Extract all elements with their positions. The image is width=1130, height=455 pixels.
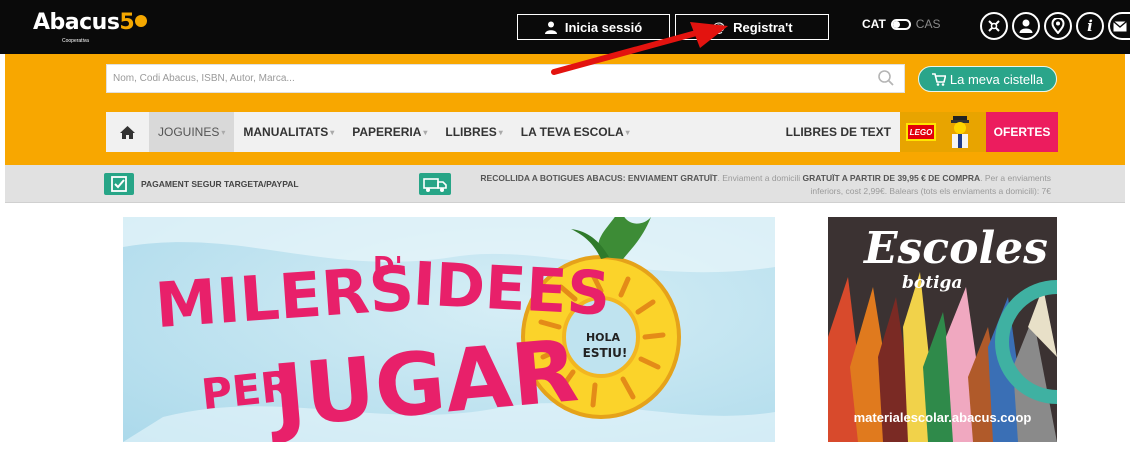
banner-headline-de: D'	[373, 252, 403, 282]
nav-item-joguines[interactable]: JOGUINES ▾	[149, 112, 235, 152]
shipping-cost-text: inferiors, cost 2,99€. Balears (tots els…	[810, 186, 1051, 196]
nav-item-llibres-de-text[interactable]: LLIBRES DE TEXT	[777, 112, 900, 152]
site-logo[interactable]: Abacus5	[33, 10, 148, 35]
free-from-text: GRATUÏT A PARTIR DE 39,95 € DE COMPRA	[802, 173, 981, 183]
offers-nav-item[interactable]: OFERTES	[986, 112, 1058, 152]
chevron-down-icon: ▾	[221, 127, 226, 137]
red-arrow-annotation	[551, 22, 728, 75]
truck-icon	[419, 173, 451, 195]
promo-banner-joguines[interactable]: HOLA ESTIU! MILERS D' IDEES PER JUGAR	[123, 217, 775, 442]
chevron-down-icon: ▾	[625, 127, 630, 137]
cart-icon	[931, 72, 946, 86]
search-box[interactable]	[106, 64, 905, 93]
lego-nav-item[interactable]: LEGO	[900, 112, 986, 152]
cart-button[interactable]: La meva cistella	[918, 66, 1057, 92]
school-banner-title: Escoles	[864, 223, 1048, 274]
nav-label: JOGUINES	[158, 125, 220, 139]
lang-cat[interactable]: CAT	[862, 17, 886, 31]
school-shop-banner[interactable]: Escoles botiga materialescolar.abacus.co…	[828, 217, 1057, 442]
nav-label: PAPERERIA	[352, 125, 422, 139]
chevron-down-icon: ▾	[498, 127, 503, 137]
main-nav: JOGUINES ▾ MANUALITATS ▾ PAPERERIA ▾ LLIBRE…	[106, 112, 1058, 152]
float-text-hola: HOLA	[586, 331, 621, 344]
banner-headline-idees: IDEES	[411, 249, 612, 329]
nav-label: MANUALITATS	[243, 125, 329, 139]
lego-minifigure-icon	[951, 116, 969, 148]
search-input[interactable]	[107, 65, 867, 92]
logo-text: Abacus	[33, 10, 120, 35]
home-intro-text: . Enviament a domicili	[717, 173, 801, 183]
rest-text: . Per a enviaments	[980, 173, 1051, 183]
register-label: Registra't	[733, 19, 793, 35]
pickup-text: RECOLLIDA A BOTIGUES ABACUS: ENVIAMENT G…	[480, 173, 718, 183]
logo-dot-icon	[135, 15, 148, 27]
float-text-estiu: ESTIU!	[583, 346, 628, 360]
nav-item-papereria[interactable]: PAPERERIA ▾	[343, 112, 436, 152]
cart-label: La meva cistella	[949, 71, 1044, 87]
nav-item-llibres[interactable]: LLIBRES ▾	[436, 112, 511, 152]
lego-logo: LEGO	[906, 123, 936, 141]
logo-subtitle: Cooperativa	[62, 38, 89, 44]
nav-item-la-teva-escola[interactable]: LA TEVA ESCOLA ▾	[512, 112, 639, 152]
lang-cas[interactable]: CAS	[916, 17, 941, 31]
chevron-down-icon: ▾	[423, 127, 428, 137]
home-icon	[120, 125, 135, 139]
nav-item-manualitats[interactable]: MANUALITATS ▾	[234, 112, 343, 152]
logo-number: 5	[119, 10, 135, 35]
mail-icon[interactable]	[1108, 12, 1130, 40]
banner-artwork: HOLA ESTIU! MILERS D' IDEES PER JUGAR	[123, 217, 775, 442]
school-banner-subtitle: botiga	[902, 273, 963, 293]
nav-label: LLIBRES	[445, 125, 497, 139]
nav-label: LLIBRES DE TEXT	[785, 125, 891, 139]
chevron-down-icon: ▾	[330, 127, 335, 137]
school-banner-url: materialescolar.abacus.coop	[853, 410, 1032, 425]
shop-icon[interactable]	[980, 12, 1008, 40]
location-icon[interactable]	[1044, 12, 1072, 40]
language-switch[interactable]: CAT CAS	[862, 17, 940, 31]
home-nav-button[interactable]	[106, 112, 149, 152]
nav-label: LA TEVA ESCOLA	[520, 125, 624, 139]
search-icon[interactable]	[878, 70, 894, 86]
info-icon[interactable]: i	[1076, 12, 1104, 40]
shipping-info-text: RECOLLIDA A BOTIGUES ABACUS: ENVIAMENT G…	[469, 172, 1051, 198]
secure-payment-text: PAGAMENT SEGUR TARGETA/PAYPAL	[141, 179, 299, 189]
shield-check-icon	[104, 173, 134, 195]
lang-toggle[interactable]	[890, 18, 911, 30]
user-icon[interactable]	[1012, 12, 1040, 40]
